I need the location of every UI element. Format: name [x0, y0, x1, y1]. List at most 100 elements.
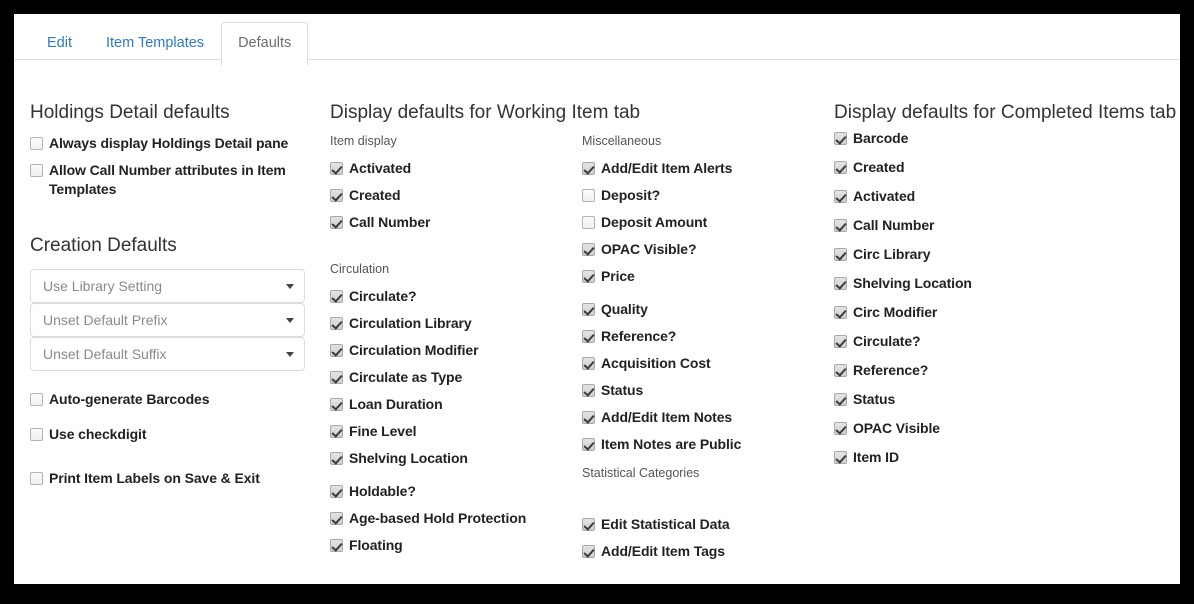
checkbox-checked-icon[interactable]	[582, 545, 595, 558]
checkbox-checked-icon[interactable]	[330, 317, 343, 330]
checkbox-checked-icon[interactable]	[834, 393, 847, 406]
checkbox-checked-icon[interactable]	[330, 398, 343, 411]
checkbox-unchecked-icon[interactable]	[30, 137, 43, 150]
checkbox-checked-icon[interactable]	[582, 330, 595, 343]
checkbox-checked-icon[interactable]	[582, 518, 595, 531]
checkbox-checked-icon[interactable]	[834, 219, 847, 232]
checkbox-checked-icon[interactable]	[330, 162, 343, 175]
checkbox-checked-icon[interactable]	[834, 277, 847, 290]
checkbox-row-shelving-location[interactable]: Shelving Location	[834, 274, 1164, 293]
checkbox-checked-icon[interactable]	[834, 451, 847, 464]
checkbox-label: Call Number	[349, 214, 431, 230]
checkbox-checked-icon[interactable]	[834, 422, 847, 435]
checkbox-row-item-notes-are-public[interactable]: Item Notes are Public	[582, 435, 832, 454]
checkbox-row-circ-library[interactable]: Circ Library	[834, 245, 1164, 264]
checkbox-row-call-number[interactable]: Call Number	[330, 213, 570, 232]
checkbox-checked-icon[interactable]	[330, 485, 343, 498]
tab-item-templates[interactable]: Item Templates	[89, 22, 221, 65]
checkbox-checked-icon[interactable]	[330, 512, 343, 525]
checkbox-checked-icon[interactable]	[330, 425, 343, 438]
checkbox-row-circ-modifier[interactable]: Circ Modifier	[834, 303, 1164, 322]
select-unset-default-prefix[interactable]: Unset Default Prefix	[30, 303, 305, 337]
checkbox-unchecked-icon[interactable]	[30, 428, 43, 441]
checkbox-checked-icon[interactable]	[834, 335, 847, 348]
checkbox-row-reference[interactable]: Reference?	[582, 327, 832, 346]
checkbox-unchecked-icon[interactable]	[30, 472, 43, 485]
checkbox-row-activated[interactable]: Activated	[330, 159, 570, 178]
checkbox-unchecked-icon[interactable]	[30, 393, 43, 406]
checkbox-checked-icon[interactable]	[582, 243, 595, 256]
select-unset-default-suffix[interactable]: Unset Default Suffix	[30, 337, 305, 371]
checkbox-row-add-edit-item-notes[interactable]: Add/Edit Item Notes	[582, 408, 832, 427]
checkbox-unchecked-icon[interactable]	[582, 189, 595, 202]
checkbox-row-acquisition-cost[interactable]: Acquisition Cost	[582, 354, 832, 373]
checkbox-unchecked-icon[interactable]	[30, 164, 43, 177]
checkbox-row-age-based-hold-protection[interactable]: Age-based Hold Protection	[330, 509, 570, 528]
checkbox-label: Status	[601, 382, 644, 398]
checkbox-label: Add/Edit Item Tags	[601, 543, 725, 559]
checkbox-row-circulate[interactable]: Circulate?	[330, 287, 570, 306]
checkbox-row-loan-duration[interactable]: Loan Duration	[330, 395, 570, 414]
checkbox-row-floating[interactable]: Floating	[330, 536, 570, 555]
checkbox-row-deposit-amount[interactable]: Deposit Amount	[582, 213, 832, 232]
checkbox-row-fine-level[interactable]: Fine Level	[330, 422, 570, 441]
checkbox-row-circulate-as-type[interactable]: Circulate as Type	[330, 368, 570, 387]
checkbox-checked-icon[interactable]	[582, 438, 595, 451]
checkbox-checked-icon[interactable]	[330, 452, 343, 465]
barcode-checkbox-group: Auto-generate Barcodes Use checkdigit	[30, 390, 310, 444]
checkbox-checked-icon[interactable]	[834, 248, 847, 261]
checkbox-row-opac-visible[interactable]: OPAC Visible?	[582, 240, 832, 259]
checkbox-row-circulation-library[interactable]: Circulation Library	[330, 314, 570, 333]
checkbox-row-shelving-location[interactable]: Shelving Location	[330, 449, 570, 468]
checkbox-checked-icon[interactable]	[330, 344, 343, 357]
checkbox-row-quality[interactable]: Quality	[582, 300, 832, 319]
checkbox-checked-icon[interactable]	[834, 364, 847, 377]
checkbox-row-add-edit-item-alerts[interactable]: Add/Edit Item Alerts	[582, 159, 832, 178]
checkbox-row-status[interactable]: Status	[582, 381, 832, 400]
checkbox-checked-icon[interactable]	[582, 411, 595, 424]
tab-edit[interactable]: Edit	[30, 22, 89, 65]
tab-defaults[interactable]: Defaults	[221, 22, 309, 66]
checkbox-checked-icon[interactable]	[330, 290, 343, 303]
checkbox-checked-icon[interactable]	[834, 132, 847, 145]
checkbox-checked-icon[interactable]	[834, 306, 847, 319]
checkbox-row-call-number[interactable]: Call Number	[834, 216, 1164, 235]
checkbox-checked-icon[interactable]	[330, 539, 343, 552]
checkbox-label: Quality	[601, 301, 648, 317]
checkbox-checked-icon[interactable]	[582, 303, 595, 316]
checkbox-label: Barcode	[853, 130, 909, 146]
checkbox-checked-icon[interactable]	[582, 357, 595, 370]
checkbox-row-edit-statistical-data[interactable]: Edit Statistical Data	[582, 515, 832, 534]
select-use-library-setting[interactable]: Use Library Setting	[30, 269, 305, 303]
checkbox-row-use-checkdigit[interactable]: Use checkdigit	[30, 425, 310, 444]
chevron-down-icon	[286, 318, 294, 323]
checkbox-unchecked-icon[interactable]	[582, 216, 595, 229]
checkbox-checked-icon[interactable]	[330, 216, 343, 229]
checkbox-row-add-edit-item-tags[interactable]: Add/Edit Item Tags	[582, 542, 832, 561]
checkbox-row-auto-generate-barcodes[interactable]: Auto-generate Barcodes	[30, 390, 310, 409]
checkbox-row-deposit[interactable]: Deposit?	[582, 186, 832, 205]
checkbox-checked-icon[interactable]	[330, 371, 343, 384]
checkbox-row-activated[interactable]: Activated	[834, 187, 1164, 206]
checkbox-checked-icon[interactable]	[834, 190, 847, 203]
checkbox-checked-icon[interactable]	[582, 270, 595, 283]
checkbox-checked-icon[interactable]	[582, 162, 595, 175]
checkbox-row-item-id[interactable]: Item ID	[834, 448, 1164, 467]
checkbox-row-created[interactable]: Created	[834, 158, 1164, 177]
checkbox-checked-icon[interactable]	[330, 189, 343, 202]
checkbox-row-circulate[interactable]: Circulate?	[834, 332, 1164, 351]
checkbox-row-always-display-holdings-detail-pane[interactable]: Always display Holdings Detail pane	[30, 134, 310, 153]
checkbox-row-print-item-labels-on-save-exit[interactable]: Print Item Labels on Save & Exit	[30, 469, 310, 488]
checkbox-row-price[interactable]: Price	[582, 267, 832, 286]
checkbox-row-circulation-modifier[interactable]: Circulation Modifier	[330, 341, 570, 360]
checkbox-checked-icon[interactable]	[834, 161, 847, 174]
checkbox-row-barcode[interactable]: Barcode	[834, 129, 1164, 148]
checkbox-label: Deposit Amount	[601, 214, 708, 230]
checkbox-row-created[interactable]: Created	[330, 186, 570, 205]
checkbox-row-opac-visible[interactable]: OPAC Visible	[834, 419, 1164, 438]
checkbox-row-status[interactable]: Status	[834, 390, 1164, 409]
checkbox-row-allow-call-number-attributes-in-item-templates[interactable]: Allow Call Number attributes in Item Tem…	[30, 161, 310, 199]
checkbox-row-holdable[interactable]: Holdable?	[330, 482, 570, 501]
checkbox-row-reference[interactable]: Reference?	[834, 361, 1164, 380]
checkbox-checked-icon[interactable]	[582, 384, 595, 397]
